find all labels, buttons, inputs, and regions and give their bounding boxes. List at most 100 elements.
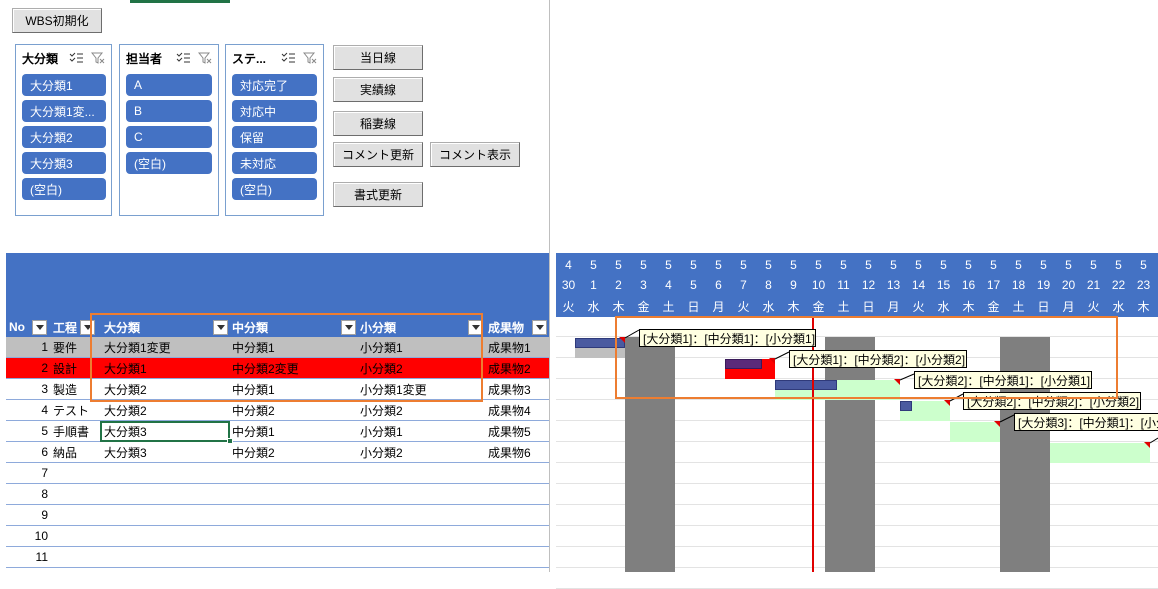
- comment-callout[interactable]: [大分類3]：[中分類1]：[小分類1]: [1014, 413, 1158, 431]
- cell-major[interactable]: [104, 463, 228, 483]
- fill-handle[interactable]: [227, 438, 233, 444]
- actual-line-button[interactable]: 実績線: [333, 77, 423, 102]
- chevron-down-icon: [35, 325, 44, 330]
- table-row: 7: [6, 463, 549, 484]
- cell-deliverable[interactable]: [488, 505, 548, 525]
- multi-select-icon[interactable]: [176, 52, 190, 64]
- cell-deliverable[interactable]: 成果物3: [488, 379, 548, 399]
- cell-middle[interactable]: [232, 547, 356, 567]
- slicer-item[interactable]: A: [126, 74, 212, 96]
- slicer-item[interactable]: 未対応: [232, 152, 317, 174]
- table-row: 4 テスト 大分類2 中分類2 小分類2 成果物4: [6, 400, 549, 421]
- cell-minor[interactable]: [360, 484, 484, 504]
- cell-middle[interactable]: 中分類2: [232, 400, 356, 420]
- date-day-label: 14: [911, 278, 926, 292]
- cell-deliverable[interactable]: 成果物1: [488, 337, 548, 357]
- slicer-item[interactable]: 対応中: [232, 100, 317, 122]
- cell-no[interactable]: 6: [6, 442, 48, 462]
- comment-marker[interactable]: [1144, 442, 1150, 448]
- cell-middle[interactable]: [232, 526, 356, 546]
- cell-minor[interactable]: [360, 526, 484, 546]
- format-update-button[interactable]: 書式更新: [333, 182, 423, 207]
- cell-process[interactable]: [53, 526, 97, 546]
- cell-no[interactable]: 10: [6, 526, 48, 546]
- cell-deliverable[interactable]: 成果物2: [488, 358, 548, 378]
- cell-major[interactable]: [104, 505, 228, 525]
- slicer-title: ステ...: [232, 51, 267, 66]
- cell-no[interactable]: 7: [6, 463, 48, 483]
- cell-middle[interactable]: 中分類2: [232, 442, 356, 462]
- cell-deliverable[interactable]: 成果物5: [488, 421, 548, 441]
- comment-marker[interactable]: [944, 400, 950, 406]
- cell-process[interactable]: [53, 463, 97, 483]
- cell-middle[interactable]: [232, 484, 356, 504]
- cell-major[interactable]: [104, 526, 228, 546]
- slicer-item[interactable]: 対応完了: [232, 74, 317, 96]
- date-day-label: 20: [1061, 278, 1076, 292]
- cell-deliverable[interactable]: [488, 526, 548, 546]
- today-line-button[interactable]: 当日線: [333, 45, 423, 70]
- cell-minor[interactable]: [360, 547, 484, 567]
- cell-deliverable[interactable]: [488, 463, 548, 483]
- comment-update-button[interactable]: コメント更新: [333, 142, 423, 167]
- multi-select-icon[interactable]: [69, 52, 83, 64]
- slicer-item[interactable]: 大分類2: [22, 126, 106, 148]
- clear-filter-icon[interactable]: [303, 52, 317, 64]
- cell-minor[interactable]: 小分類1: [360, 421, 484, 441]
- cell-middle[interactable]: 中分類1: [232, 421, 356, 441]
- cell-major[interactable]: 大分類2: [104, 400, 228, 420]
- date-day-label: 13: [886, 278, 901, 292]
- cell-no[interactable]: 1: [6, 337, 48, 357]
- active-cell-cursor[interactable]: [100, 421, 230, 442]
- multi-select-icon[interactable]: [281, 52, 295, 64]
- date-day-label: 7: [740, 278, 747, 292]
- cell-no[interactable]: 11: [6, 547, 48, 567]
- cell-deliverable[interactable]: 成果物6: [488, 442, 548, 462]
- table-row: 10: [6, 526, 549, 547]
- cell-no[interactable]: 2: [6, 358, 48, 378]
- comment-marker[interactable]: [994, 421, 1000, 427]
- slicer-item[interactable]: (空白): [126, 152, 212, 174]
- pane-splitter[interactable]: [549, 0, 550, 572]
- cell-process[interactable]: [53, 547, 97, 567]
- filter-dropdown-deliverable[interactable]: [532, 320, 547, 335]
- slicer-item[interactable]: (空白): [22, 178, 106, 200]
- cell-process[interactable]: [53, 484, 97, 504]
- cell-process[interactable]: [53, 505, 97, 525]
- comment-show-button[interactable]: コメント表示: [430, 142, 520, 167]
- inazuma-line-button[interactable]: 稲妻線: [333, 111, 423, 136]
- date-day-label: 9: [790, 278, 797, 292]
- cell-process[interactable]: 手順書: [53, 421, 97, 441]
- slicer-item[interactable]: (空白): [232, 178, 317, 200]
- slicer-item[interactable]: C: [126, 126, 212, 148]
- filter-dropdown-no[interactable]: [32, 320, 47, 335]
- cell-no[interactable]: 8: [6, 484, 48, 504]
- cell-major[interactable]: 大分類3: [104, 442, 228, 462]
- cell-no[interactable]: 5: [6, 421, 48, 441]
- cell-no[interactable]: 9: [6, 505, 48, 525]
- slicer-item[interactable]: B: [126, 100, 212, 122]
- cell-minor[interactable]: [360, 463, 484, 483]
- clear-filter-icon[interactable]: [198, 52, 212, 64]
- cell-major[interactable]: [104, 547, 228, 567]
- slicer-item[interactable]: 大分類1変...: [22, 100, 106, 122]
- cell-minor[interactable]: 小分類2: [360, 442, 484, 462]
- cell-process[interactable]: テスト: [53, 400, 97, 420]
- cell-minor[interactable]: 小分類2: [360, 400, 484, 420]
- date-weekday-label: 月: [887, 300, 900, 314]
- slicer-item[interactable]: 保留: [232, 126, 317, 148]
- slicer-item[interactable]: 大分類1: [22, 74, 106, 96]
- cell-deliverable[interactable]: 成果物4: [488, 400, 548, 420]
- slicer-item[interactable]: 大分類3: [22, 152, 106, 174]
- cell-middle[interactable]: [232, 505, 356, 525]
- cell-minor[interactable]: [360, 505, 484, 525]
- clear-filter-icon[interactable]: [91, 52, 105, 64]
- cell-process[interactable]: 納品: [53, 442, 97, 462]
- cell-major[interactable]: [104, 484, 228, 504]
- wbs-init-button[interactable]: WBS初期化: [12, 8, 102, 33]
- cell-deliverable[interactable]: [488, 484, 548, 504]
- cell-no[interactable]: 4: [6, 400, 48, 420]
- cell-no[interactable]: 3: [6, 379, 48, 399]
- cell-deliverable[interactable]: [488, 547, 548, 567]
- cell-middle[interactable]: [232, 463, 356, 483]
